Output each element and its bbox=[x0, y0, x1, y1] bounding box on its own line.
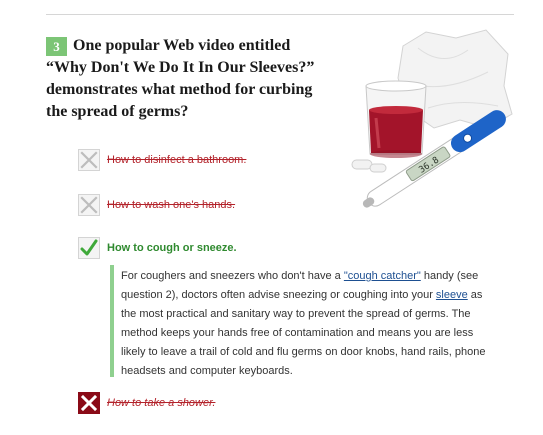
option-cough-or-sneeze[interactable]: How to cough or sneeze. bbox=[78, 236, 237, 260]
checkmark-icon bbox=[78, 237, 100, 259]
cold-remedies-illustration: 36.8 bbox=[351, 29, 513, 208]
medicine-cup-icon bbox=[365, 80, 427, 158]
option-label: How to disinfect a bathroom. bbox=[107, 154, 247, 166]
answer-explanation: For coughers and sneezers who don't have… bbox=[110, 265, 500, 377]
option-label-correct: How to cough or sneeze. bbox=[107, 242, 237, 254]
x-icon bbox=[78, 194, 100, 216]
x-icon bbox=[78, 392, 100, 414]
option-label: How to wash one's hands. bbox=[107, 199, 236, 211]
question-text: One popular Web video entitled “Why Don'… bbox=[46, 37, 315, 120]
option-disinfect-bathroom[interactable]: How to disinfect a bathroom. bbox=[78, 148, 246, 172]
option-label-selected-wrong: How to take a shower. bbox=[107, 397, 216, 409]
x-icon bbox=[78, 149, 100, 171]
explanation-text: For coughers and sneezers who don't have… bbox=[121, 270, 486, 377]
pill-icon bbox=[351, 159, 387, 173]
option-wash-hands[interactable]: How to wash one's hands. bbox=[78, 193, 235, 217]
top-divider bbox=[46, 14, 514, 15]
cough-catcher-link[interactable]: "cough catcher" bbox=[344, 270, 421, 282]
option-take-shower[interactable]: How to take a shower. bbox=[78, 391, 215, 415]
sleeve-link[interactable]: sleeve bbox=[436, 289, 468, 301]
